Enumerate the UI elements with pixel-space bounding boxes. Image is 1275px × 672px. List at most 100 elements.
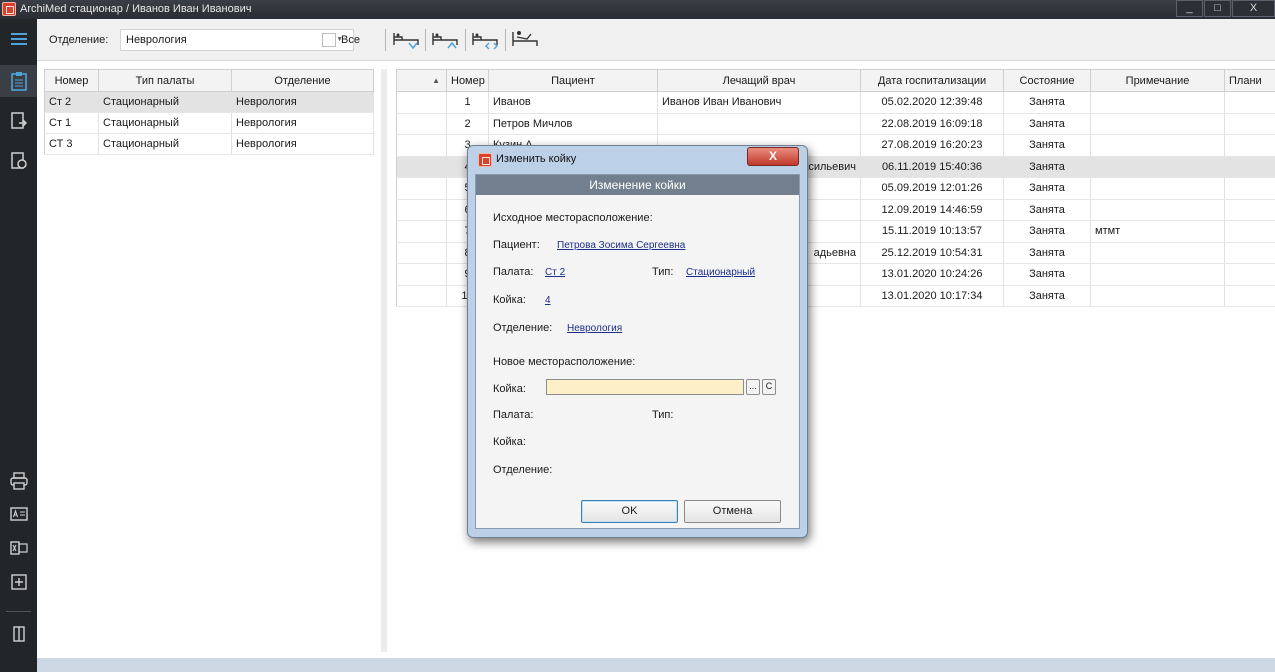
bed-status: Занята: [1003, 113, 1091, 135]
department-select[interactable]: Неврология ▼: [120, 29, 354, 51]
card-button[interactable]: [0, 498, 37, 530]
sidebar-item-transfer[interactable]: [0, 105, 37, 137]
minimize-button[interactable]: _: [1176, 0, 1203, 17]
column-header[interactable]: Состояние: [1003, 69, 1091, 92]
admission-date: 13.01.2020 10:24:26: [860, 263, 1004, 286]
sidebar-item-beds[interactable]: [0, 65, 37, 97]
add-record-button[interactable]: [0, 566, 37, 598]
menu-button[interactable]: [0, 23, 37, 55]
exit-button[interactable]: [0, 618, 37, 650]
bed-link[interactable]: 4: [545, 295, 551, 306]
toolbar-divider: [465, 29, 466, 51]
ward-link[interactable]: Ст 2: [545, 267, 565, 278]
column-header[interactable]: Дата госпитализации: [860, 69, 1004, 92]
new-bed-field[interactable]: [546, 379, 744, 395]
bed-status: Занята: [1003, 177, 1091, 200]
ward-number: Ст 2: [44, 91, 99, 113]
department-label: Отделение:: [49, 34, 109, 46]
new-ward-label: Палата:: [493, 409, 534, 421]
dialog-close-button[interactable]: X: [747, 147, 799, 166]
bed-status: Занята: [1003, 263, 1091, 286]
column-header[interactable]: Пациент: [488, 69, 658, 92]
bed-note: [1090, 91, 1225, 114]
transfer-document-icon: [10, 112, 27, 129]
printer-icon: [9, 472, 28, 490]
admission-date: 05.09.2019 12:01:26: [860, 177, 1004, 200]
admission-date: 12.09.2019 14:46:59: [860, 199, 1004, 221]
toolbar-divider: [505, 29, 506, 51]
door-icon: [12, 626, 25, 642]
add-box-icon: [10, 574, 27, 590]
panel-splitter[interactable]: [381, 69, 387, 652]
close-button[interactable]: X: [1232, 0, 1275, 17]
bed-up-icon: [432, 33, 458, 49]
column-header[interactable]: Отделение: [231, 69, 374, 92]
column-header[interactable]: Номер: [446, 69, 489, 92]
column-header[interactable]: Плани: [1224, 69, 1275, 92]
original-location-heading: Исходное месторасположение:: [493, 212, 653, 224]
patient-name: Петров Мичлов: [488, 113, 658, 135]
ok-button[interactable]: OK: [581, 500, 678, 523]
table-row[interactable]: СТ 3 Стационарный Неврология: [44, 133, 374, 155]
bed-patient-button[interactable]: [509, 27, 543, 53]
ward-number: СТ 3: [44, 133, 99, 155]
department-select-value: Неврология: [126, 34, 187, 46]
toolbar: Отделение: Неврология ▼ Все: [37, 19, 1275, 61]
patient-link[interactable]: Петрова Зосима Сергеевна: [557, 240, 685, 251]
clear-bed-button[interactable]: C: [762, 379, 776, 395]
bed-note: [1090, 285, 1225, 307]
maximize-button[interactable]: □: [1204, 0, 1231, 17]
type-link[interactable]: Стационарный: [686, 267, 755, 278]
toolbar-divider: [425, 29, 426, 51]
bed-move-button[interactable]: [469, 27, 503, 53]
toolbar-divider: [385, 29, 386, 51]
ward-department: Неврология: [231, 91, 374, 113]
admission-date: 15.11.2019 10:13:57: [860, 220, 1004, 243]
bed-note: мтмт: [1090, 220, 1225, 243]
sort-indicator-icon[interactable]: ▲: [396, 69, 447, 92]
bed-label: Койка:: [493, 294, 526, 306]
column-header[interactable]: Тип палаты: [98, 69, 232, 92]
column-header[interactable]: Примечание: [1090, 69, 1225, 92]
department-link[interactable]: Неврология: [567, 323, 622, 334]
sidebar-item-discharge[interactable]: [0, 145, 37, 177]
bed-number: 1: [446, 91, 489, 114]
bed-number: 2: [446, 113, 489, 135]
bed-admit-button[interactable]: [390, 27, 424, 53]
new-location-heading: Новое месторасположение:: [493, 356, 636, 368]
bed-status: Занята: [1003, 156, 1091, 178]
dialog-window-title: Изменить койку: [496, 153, 577, 165]
bed-note: [1090, 242, 1225, 264]
id-card-icon: [9, 507, 28, 521]
all-checkbox[interactable]: [322, 33, 336, 47]
table-row[interactable]: Ст 2 Стационарный Неврология: [44, 91, 374, 113]
bed-note: [1090, 134, 1225, 157]
hamburger-icon: [10, 33, 27, 45]
title-bar: ArchiMed стационар / Иванов Иван Иванови…: [0, 0, 1275, 19]
app-icon: [2, 2, 16, 16]
admission-date: 05.02.2020 12:39:48: [860, 91, 1004, 114]
table-row[interactable]: 1 Иванов Иванов Иван Иванович 05.02.2020…: [396, 91, 1275, 114]
bed-status: Занята: [1003, 242, 1091, 264]
bed-discharge-button[interactable]: [429, 27, 463, 53]
patient-label: Пациент:: [493, 239, 540, 251]
cancel-button[interactable]: Отмена: [684, 500, 781, 523]
new-bed-label: Койка:: [493, 383, 526, 395]
status-bar: [37, 658, 1275, 672]
bed-transfer-icon: [472, 33, 498, 50]
column-header[interactable]: Номер: [44, 69, 99, 92]
table-row[interactable]: Ст 1 Стационарный Неврология: [44, 112, 374, 134]
table-row[interactable]: 2 Петров Мичлов 22.08.2019 16:09:18 Заня…: [396, 113, 1275, 135]
left-sidebar: [0, 19, 37, 672]
column-header[interactable]: Лечащий врач: [657, 69, 861, 92]
admission-date: 27.08.2019 16:20:23: [860, 134, 1004, 157]
print-button[interactable]: [0, 465, 37, 497]
patient-name: Иванов: [488, 91, 658, 114]
excel-export-button[interactable]: [0, 532, 37, 564]
change-bed-dialog: Изменить койку X Изменение койки Исходно…: [467, 145, 808, 538]
bed-note: [1090, 263, 1225, 286]
bed-status: Занята: [1003, 134, 1091, 157]
admission-date: 06.11.2019 15:40:36: [860, 156, 1004, 178]
dialog-app-icon: [478, 153, 492, 167]
browse-bed-button[interactable]: ...: [746, 379, 760, 395]
